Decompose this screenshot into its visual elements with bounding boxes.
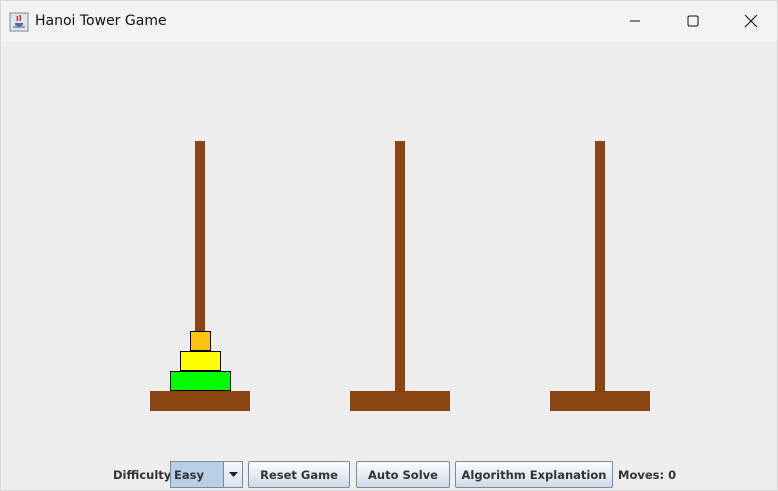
peg-pole <box>595 141 605 391</box>
peg-pole <box>395 141 405 391</box>
title-bar[interactable]: Hanoi Tower Game <box>1 1 777 41</box>
close-icon <box>744 14 758 28</box>
reset-game-button[interactable]: Reset Game <box>248 461 350 488</box>
java-cup-icon <box>9 12 29 32</box>
window-title: Hanoi Tower Game <box>35 13 167 29</box>
disk-small[interactable] <box>190 331 211 351</box>
maximize-button[interactable] <box>665 1 721 41</box>
tower-2[interactable] <box>350 141 450 411</box>
minimize-button[interactable] <box>607 1 663 41</box>
peg-base <box>550 391 650 411</box>
game-board[interactable] <box>1 41 777 451</box>
peg-base <box>150 391 250 411</box>
control-panel: Difficulty: Easy Reset Game Auto Solve A… <box>1 459 777 489</box>
tower-3[interactable] <box>550 141 650 411</box>
difficulty-selected-value: Easy <box>174 468 204 482</box>
auto-solve-button[interactable]: Auto Solve <box>356 461 450 488</box>
dropdown-arrow-button[interactable] <box>223 462 242 487</box>
difficulty-label: Difficulty: <box>113 468 176 482</box>
maximize-icon <box>687 15 699 27</box>
close-button[interactable] <box>723 1 778 41</box>
disk-large[interactable] <box>170 371 231 391</box>
difficulty-select[interactable]: Easy <box>170 461 243 488</box>
moves-counter: Moves: 0 <box>618 468 677 482</box>
app-window: Hanoi Tower Game Difficulty: Easy Reset … <box>0 0 778 491</box>
algorithm-explanation-button[interactable]: Algorithm Explanation <box>455 461 613 488</box>
peg-base <box>350 391 450 411</box>
chevron-down-icon <box>228 471 238 477</box>
minimize-icon <box>630 20 640 22</box>
tower-1[interactable] <box>150 141 250 411</box>
disk-medium[interactable] <box>180 351 221 371</box>
